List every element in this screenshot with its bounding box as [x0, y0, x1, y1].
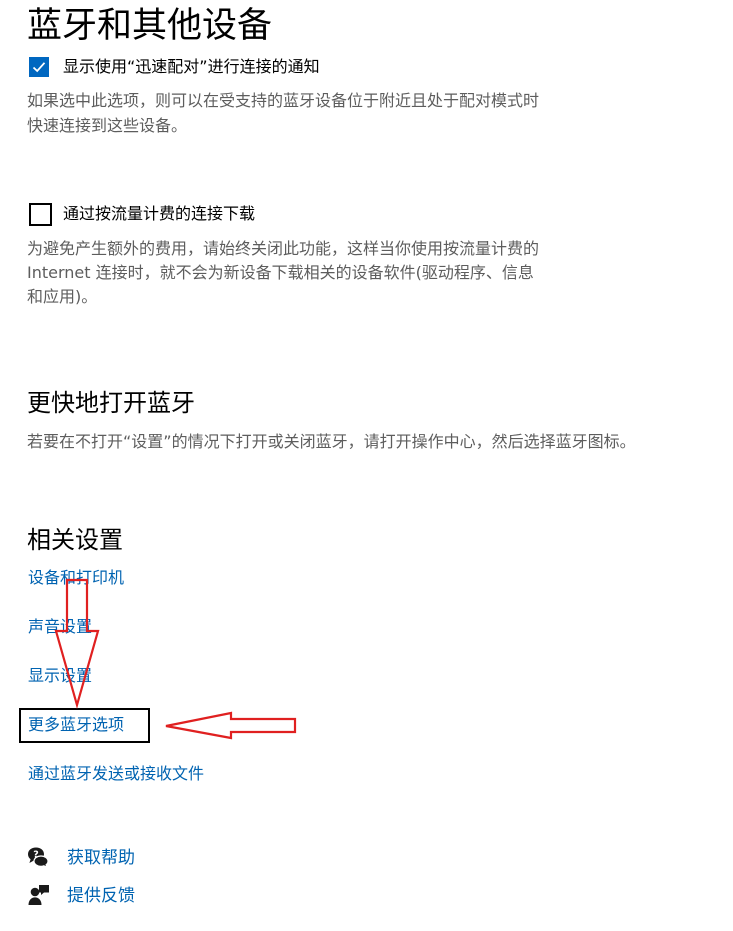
help-chat-icon: ? — [27, 846, 49, 868]
page-title: 蓝牙和其他设备 — [27, 6, 273, 46]
related-settings-title: 相关设置 — [27, 526, 123, 554]
swift-pair-description-line-2: 快速连接到这些设备。 — [27, 116, 188, 135]
get-help-link[interactable]: 获取帮助 — [67, 847, 135, 869]
svg-text:?: ? — [33, 850, 39, 861]
annotation-overlay — [54, 578, 297, 740]
sound-settings-link[interactable]: 声音设置 — [28, 616, 92, 638]
quick-open-section-title: 更快地打开蓝牙 — [27, 389, 195, 417]
left-arrow-annotation — [165, 711, 297, 740]
display-settings-link[interactable]: 显示设置 — [28, 665, 92, 687]
send-receive-files-link[interactable]: 通过蓝牙发送或接收文件 — [28, 763, 204, 785]
highlight-box — [19, 708, 150, 743]
devices-printers-link[interactable]: 设备和打印机 — [28, 567, 124, 589]
swift-pair-checkbox[interactable] — [29, 57, 49, 77]
feedback-person-icon — [28, 884, 50, 906]
metered-description-line-1: 为避免产生额外的费用，请始终关闭此功能，这样当你使用按流量计费的 — [27, 239, 540, 258]
quick-open-description: 若要在不打开“设置”的情况下打开或关闭蓝牙，请打开操作中心，然后选择蓝牙图标。 — [27, 432, 636, 451]
metered-download-checkbox[interactable] — [29, 203, 52, 226]
swift-pair-label[interactable]: 显示使用“迅速配对”进行连接的通知 — [63, 56, 320, 78]
check-icon — [32, 62, 46, 73]
metered-description-line-2: Internet 连接时，就不会为新设备下载相关的设备软件(驱动程序、信息 — [27, 263, 534, 282]
give-feedback-link[interactable]: 提供反馈 — [67, 885, 135, 907]
swift-pair-description-line-1: 如果选中此选项，则可以在受支持的蓝牙设备位于附近且处于配对模式时 — [27, 91, 540, 110]
metered-description-line-3: 和应用)。 — [27, 287, 98, 306]
metered-download-label[interactable]: 通过按流量计费的连接下载 — [63, 203, 255, 225]
